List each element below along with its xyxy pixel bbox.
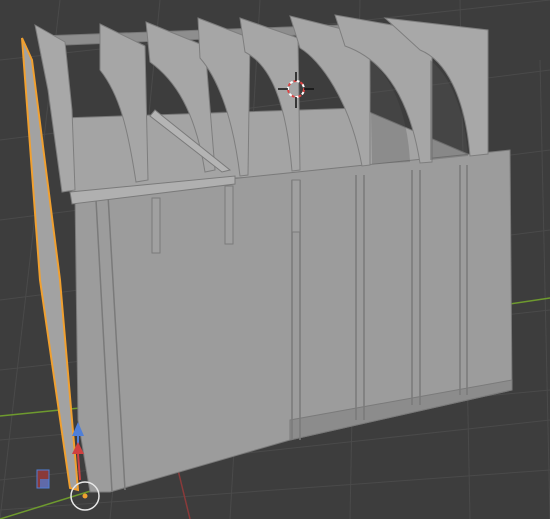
- x-axis-line: [177, 469, 191, 519]
- viewport-canvas[interactable]: [0, 0, 550, 519]
- 3d-viewport[interactable]: [0, 0, 550, 519]
